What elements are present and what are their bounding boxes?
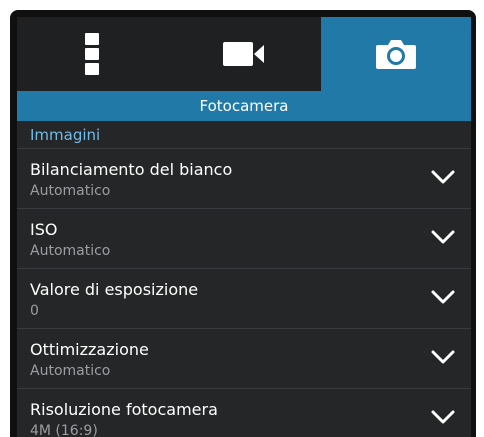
setting-white-balance[interactable]: Bilanciamento del bianco Automatico <box>17 149 471 209</box>
tab-more-options[interactable] <box>17 17 167 91</box>
chevron-down-icon[interactable] <box>431 169 455 185</box>
chevron-down-icon[interactable] <box>431 229 455 245</box>
camera-settings-panel: Fotocamera Immagini Bilanciamento del bi… <box>10 10 476 437</box>
setting-title: Bilanciamento del bianco <box>30 160 233 179</box>
setting-value: 0 <box>30 303 39 319</box>
chevron-down-icon[interactable] <box>431 349 455 365</box>
setting-title: Ottimizzazione <box>30 340 149 359</box>
mode-tab-bar <box>17 17 471 91</box>
tab-video[interactable] <box>167 17 321 91</box>
settings-list: Bilanciamento del bianco Automatico ISO … <box>17 149 471 437</box>
setting-optimization[interactable]: Ottimizzazione Automatico <box>17 329 471 389</box>
group-label: Immagini <box>17 121 471 149</box>
setting-iso[interactable]: ISO Automatico <box>17 209 471 269</box>
setting-value: 4M (16:9) <box>30 423 98 437</box>
setting-exposure-value[interactable]: Valore di esposizione 0 <box>17 269 471 329</box>
chevron-down-icon[interactable] <box>431 409 455 425</box>
more-vertical-icon <box>85 33 99 75</box>
camera-icon <box>376 40 416 69</box>
tab-photo[interactable] <box>321 17 471 91</box>
settings-container: Fotocamera Immagini Bilanciamento del bi… <box>17 17 471 437</box>
chevron-down-icon[interactable] <box>431 289 455 305</box>
setting-value: Automatico <box>30 183 111 199</box>
setting-title: Valore di esposizione <box>30 280 199 299</box>
video-camera-icon <box>223 42 264 66</box>
screenshot-frame: Fotocamera Immagini Bilanciamento del bi… <box>0 0 484 437</box>
setting-value: Automatico <box>30 243 111 259</box>
section-title: Fotocamera <box>17 91 471 121</box>
setting-value: Automatico <box>30 363 111 379</box>
setting-title: Risoluzione fotocamera <box>30 400 218 419</box>
setting-title: ISO <box>30 220 58 239</box>
setting-camera-resolution[interactable]: Risoluzione fotocamera 4M (16:9) <box>17 389 471 437</box>
